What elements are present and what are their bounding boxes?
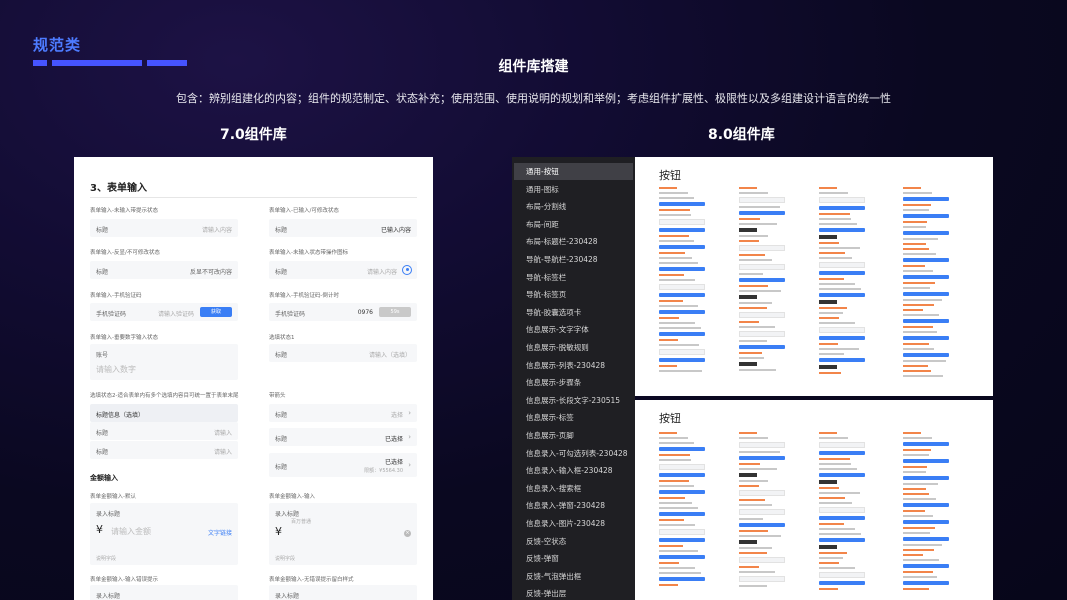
page-title: 组件库搭建: [498, 59, 569, 75]
component-thumbnail: [903, 432, 949, 593]
component-thumbnail: [659, 432, 705, 589]
group-title: 标题信息（选填）: [90, 404, 238, 422]
caption: 表单输入-垂要数字输入状态: [90, 335, 158, 341]
sidebar-item[interactable]: 反馈-弹出层: [514, 585, 633, 600]
caption: 选填状态2-适合表单内有多个选填内容目可统一置于表单末尾: [90, 393, 239, 399]
caption: 表单输入-手机验证码: [90, 293, 142, 299]
caption: 表单输入-手机验证码-倒计时: [269, 293, 339, 299]
form-field: 标题 反显不可改内容: [90, 261, 238, 279]
page-description: 包含：辨别组建化的内容；组件的规范制定、状态补充；使用范围、使用说明的规划和举例…: [176, 92, 891, 105]
preview-title: 按钮: [659, 169, 681, 182]
sidebar-item[interactable]: 反馈-空状态: [514, 533, 633, 550]
caption: 表单金额输入-输入: [269, 494, 315, 500]
component-thumbnail: [739, 432, 785, 590]
caption: 表单输入-未输入状态带操作图标: [269, 250, 348, 256]
optional-field[interactable]: 标题 请输入（选填）: [269, 344, 417, 362]
component-library-8-sidebar: 通用-按钮 通用-图标 布局-分割线 布局-间距 布局-标题栏-230428 导航-导航栏…: [512, 157, 635, 600]
preview-title: 按钮: [659, 412, 681, 425]
form-field[interactable]: 标题 请输入内容: [269, 261, 417, 279]
sidebar-item[interactable]: 导航-标签栏: [514, 269, 633, 286]
select-field[interactable]: 标题 已选择 限额：¥5564.30 ›: [269, 453, 417, 477]
caption: 表单金额输入-默认: [90, 494, 136, 500]
amount-field[interactable]: 录入标题: [269, 585, 417, 600]
subtitle-8: 8.0组件库: [708, 127, 775, 143]
caption: 表单输入-反显/不可修改状态: [90, 250, 160, 256]
sidebar-item[interactable]: 通用-按钮: [514, 163, 633, 180]
component-thumbnail: [739, 187, 785, 374]
chevron-right-icon: ›: [408, 433, 411, 441]
amount-field[interactable]: 录入标题: [90, 585, 238, 600]
divider: [90, 197, 417, 198]
caption: 表单金额输入-输入错误提示: [90, 577, 158, 583]
amount-field[interactable]: 录入标题 百万普通 ¥ × 说明字段: [269, 503, 417, 565]
component-thumbnail: [659, 187, 705, 375]
amount-section-title: 金额输入: [90, 474, 118, 482]
caption: 表单金额输入-无错误提示留白样式: [269, 577, 354, 583]
chevron-right-icon: ›: [408, 461, 411, 469]
select-field[interactable]: 标题 已选择 ›: [269, 428, 417, 446]
sidebar-item[interactable]: 导航-胶囊选项卡: [514, 304, 633, 321]
button-preview-1: 按钮: [635, 157, 993, 396]
form-field[interactable]: 标题 请输入: [90, 422, 238, 440]
form-field[interactable]: 标题 已输入内容: [269, 219, 417, 237]
sms-code-field[interactable]: 手机验证码 0976 59s: [269, 303, 417, 321]
sidebar-item[interactable]: 信息展示-标签: [514, 409, 633, 426]
sidebar-item[interactable]: 导航-标签页: [514, 286, 633, 303]
number-field[interactable]: 账号 请输入数字: [90, 344, 238, 380]
user-icon[interactable]: [402, 265, 412, 275]
clear-icon[interactable]: ×: [404, 530, 411, 537]
subtitle-7: 7.0组件库: [220, 127, 287, 143]
panel-heading: 3、表单输入: [90, 183, 147, 194]
sidebar-item[interactable]: 布局-标题栏-230428: [514, 233, 633, 250]
sidebar-item[interactable]: 布局-间距: [514, 216, 633, 233]
form-field[interactable]: 标题 请输入: [90, 441, 238, 459]
button-preview-2: 按钮: [635, 400, 993, 600]
sidebar-item[interactable]: 信息展示-步骤条: [514, 374, 633, 391]
sidebar-item[interactable]: 信息展示-文字字体: [514, 321, 633, 338]
sidebar-item[interactable]: 导航-导航栏-230428: [514, 251, 633, 268]
component-thumbnail: [903, 187, 949, 380]
sidebar-item[interactable]: 信息录入-弹窗-230428: [514, 497, 633, 514]
sidebar-item[interactable]: 信息展示-列表-230428: [514, 357, 633, 374]
component-thumbnail: [819, 432, 865, 593]
get-code-button[interactable]: 获取: [200, 307, 232, 317]
chevron-right-icon: ›: [408, 409, 411, 417]
caption: 带箭头: [269, 393, 286, 399]
caption: 选填状态1: [269, 335, 295, 341]
select-field[interactable]: 标题 选择 ›: [269, 404, 417, 422]
component-thumbnail: [819, 187, 865, 377]
sidebar-item[interactable]: 信息录入-搜索框: [514, 480, 633, 497]
sidebar-item[interactable]: 信息录入-图片-230428: [514, 515, 633, 532]
amount-field[interactable]: 录入标题 ¥ 请输入金额 文字链接 说明字段: [90, 503, 238, 565]
caption: 表单输入-未输入带提示状态: [90, 208, 158, 214]
component-library-7-panel: 3、表单输入 表单输入-未输入带提示状态 表单输入-已输入/可修改状态 标题 请…: [74, 157, 433, 600]
sidebar-item[interactable]: 信息展示-长段文字-230515: [514, 392, 633, 409]
caption: 表单输入-已输入/可修改状态: [269, 208, 339, 214]
sidebar-item[interactable]: 信息录入-输入框-230428: [514, 462, 633, 479]
sidebar-item[interactable]: 通用-图标: [514, 181, 633, 198]
sidebar-item[interactable]: 反馈-弹窗: [514, 550, 633, 567]
sidebar-item[interactable]: 信息展示-脱敏规则: [514, 339, 633, 356]
sms-code-field[interactable]: 手机验证码 请输入验证码 获取: [90, 303, 238, 321]
sidebar-item[interactable]: 信息录入-可勾选列表-230428: [514, 445, 633, 462]
form-field[interactable]: 标题 请输入内容: [90, 219, 238, 237]
countdown-button: 59s: [379, 307, 411, 317]
sidebar-item[interactable]: 反馈-气泡弹出框: [514, 568, 633, 585]
sidebar-item[interactable]: 信息展示-页脚: [514, 427, 633, 444]
text-link[interactable]: 文字链接: [208, 528, 232, 537]
section-tag: 规范类: [33, 36, 82, 54]
sidebar-item[interactable]: 布局-分割线: [514, 198, 633, 215]
